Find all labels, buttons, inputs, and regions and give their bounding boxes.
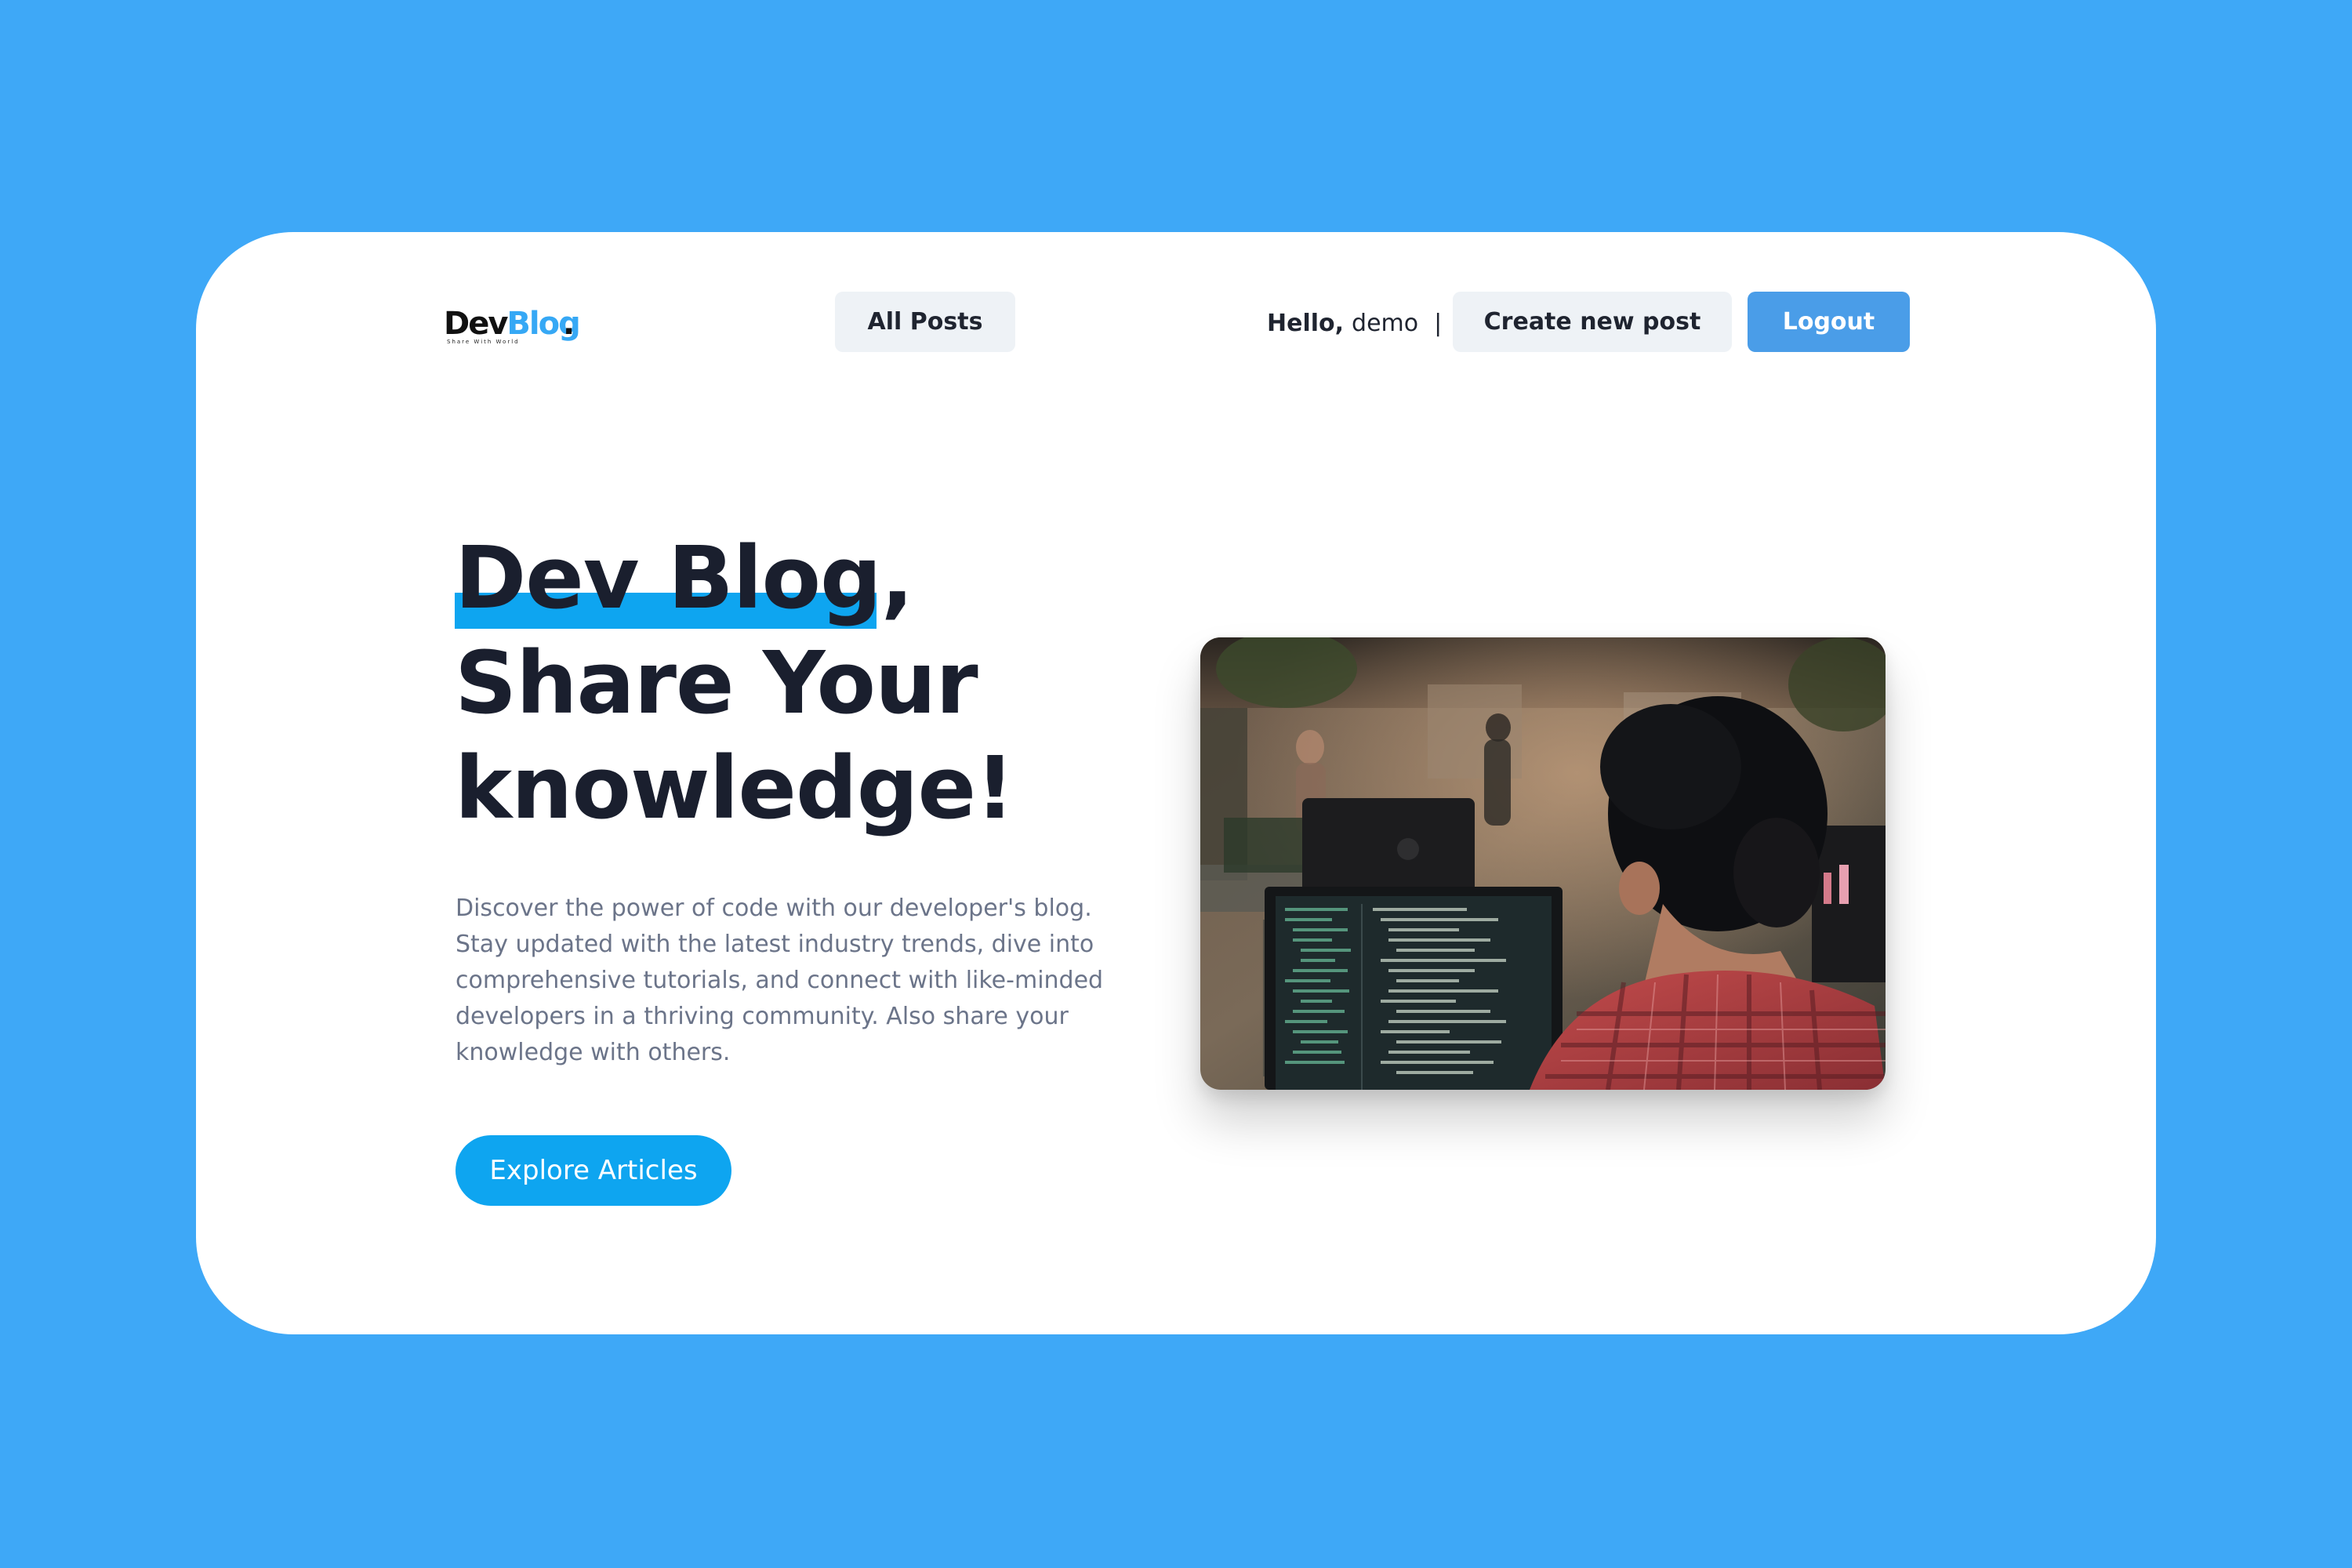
user-greeting: Hello, demo | [1267, 303, 1442, 343]
greeting-text: Hello, [1267, 309, 1345, 337]
logo-wordmark: DevBlog [444, 304, 581, 343]
hero-title-line3: knowledge! [455, 738, 1014, 838]
hero-description: Discover the power of code with our deve… [456, 895, 1104, 1066]
hero-title-line2: Share Your [455, 633, 978, 733]
site-logo[interactable]: DevBlog . Share With World [444, 304, 585, 351]
page-card: DevBlog . Share With World All Posts Hel… [196, 232, 2156, 1334]
logo-dot: . [563, 306, 575, 342]
logo-tagline: Share With World [447, 339, 520, 345]
nav-separator: | [1434, 309, 1443, 337]
logout-button[interactable]: Logout [1748, 292, 1910, 352]
logo-dev-text: Dev [444, 306, 508, 342]
explore-articles-button[interactable]: Explore Articles [456, 1135, 731, 1206]
create-post-button[interactable]: Create new post [1453, 292, 1732, 352]
all-posts-button[interactable]: All Posts [835, 292, 1015, 352]
hero-title: Dev Blog, Share Your knowledge! [455, 525, 1160, 840]
hero-title-line1: Dev Blog, [455, 528, 914, 628]
developer-coding-photo [1200, 637, 1886, 1090]
username-text: demo [1352, 309, 1419, 337]
